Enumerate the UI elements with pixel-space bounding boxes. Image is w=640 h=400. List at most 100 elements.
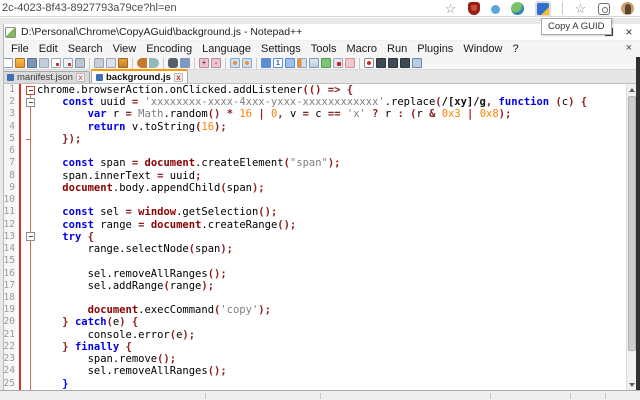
scrollbar-thumb[interactable] (628, 96, 636, 351)
toolbar-separator (89, 57, 90, 69)
copy-icon[interactable] (106, 58, 116, 68)
monitor-icon[interactable] (321, 58, 331, 68)
code-line: 3 var r = Math.random() * 16 | 0, v = c … (0, 108, 626, 121)
toolbar-separator (194, 57, 195, 69)
status-divider (490, 393, 491, 399)
toolbar-separator (225, 57, 226, 69)
code-line: 21 console.error(e); (0, 328, 626, 341)
menu-item-tools[interactable]: Tools (306, 43, 342, 55)
fold-collapse-icon[interactable] (26, 97, 35, 107)
code-text: document.execCommand('copy'); (87, 304, 271, 317)
zoom-in-icon[interactable]: + (199, 58, 209, 68)
code-line: 22 } finally { (0, 340, 626, 354)
paste-icon[interactable] (118, 58, 128, 68)
copy-a-guid-extension-icon[interactable] (535, 0, 551, 17)
fold-end-tick (26, 134, 35, 143)
download-globe-icon[interactable] (511, 2, 524, 15)
replace-icon[interactable] (180, 58, 190, 68)
browser-toolbar: 2c-4023-8f43-8927793a79ce?hl=en ☆ ☆ (0, 0, 640, 17)
sync-vertical-icon[interactable] (230, 58, 240, 68)
tab-manifest.json[interactable]: manifest.json x (2, 71, 90, 83)
code-text: } (62, 377, 69, 390)
close-all-icon[interactable] (63, 58, 73, 68)
toolbar-separator (132, 57, 133, 69)
status-divider (570, 393, 571, 399)
toolbar-separator (359, 57, 360, 69)
code-area[interactable]: 1 chrome.browserAction.onClicked.addListe… (0, 84, 626, 390)
sync-horizontal-icon[interactable] (242, 58, 252, 68)
redo-icon[interactable] (149, 58, 159, 68)
code-line: 9 document.body.appendChild(span); (0, 181, 626, 195)
code-line: 20 } catch(e) { (0, 316, 626, 329)
code-line: 23 span.remove(); (0, 353, 626, 366)
show-all-characters-icon[interactable]: 1 (273, 58, 283, 68)
menu-item-file[interactable]: File (6, 43, 34, 55)
menu-item-run[interactable]: Run (382, 43, 412, 55)
extension-tooltip: Copy A GUID (541, 18, 612, 35)
code-text: document.body.appendChild(span); (62, 181, 265, 194)
status-divider (320, 393, 321, 399)
print-icon[interactable] (75, 58, 85, 68)
editor[interactable]: 1 chrome.browserAction.onClicked.addListe… (0, 84, 640, 390)
profile-frame-icon[interactable] (598, 2, 610, 15)
adblock-shield-icon[interactable] (468, 2, 480, 15)
record-macro-icon[interactable] (364, 58, 374, 68)
menu-item-language[interactable]: Language (197, 43, 256, 55)
window-left-border (0, 24, 4, 400)
user-avatar[interactable] (621, 2, 634, 15)
code-line: 16 sel.removeAllRanges(); (0, 267, 626, 280)
browser-address-bar[interactable]: 2c-4023-8f43-8927793a79ce?hl=en (2, 2, 177, 14)
function-list-icon[interactable] (309, 58, 319, 68)
cut-icon[interactable] (94, 58, 104, 68)
code-line: 17 sel.addRange(range); (0, 279, 626, 292)
menu-item-plugins[interactable]: Plugins (412, 43, 458, 55)
mail-icon[interactable] (345, 58, 355, 68)
menu-item-search[interactable]: Search (63, 43, 108, 55)
menu-item-view[interactable]: View (108, 43, 142, 55)
menubar-close-icon[interactable]: × (626, 42, 632, 54)
code-line: 2 const uuid = 'xxxxxxxx-xxxx-4xxx-yxxx-… (0, 96, 626, 109)
fold-collapse-icon[interactable] (26, 232, 35, 242)
status-divider (205, 393, 206, 399)
code-text: console.error(e); (37, 328, 196, 341)
menu-item-edit[interactable]: Edit (34, 43, 63, 55)
saved-file-icon (95, 73, 103, 81)
new-file-icon[interactable] (3, 58, 13, 68)
menu-item-encoding[interactable]: Encoding (141, 43, 197, 55)
menu-item-macro[interactable]: Macro (341, 43, 382, 55)
undo-icon[interactable] (137, 58, 147, 68)
close-file-icon[interactable] (51, 58, 61, 68)
code-text: const span = document.createElement("spa… (62, 157, 341, 170)
code-text: try { (62, 230, 94, 243)
notepadpp-app-icon (5, 26, 16, 38)
menu-item-help[interactable]: ? (507, 43, 523, 55)
fold-collapse-icon[interactable] (26, 85, 35, 95)
extension-dot-icon[interactable] (491, 5, 500, 14)
find-icon[interactable] (168, 58, 178, 68)
save-macro-icon[interactable] (412, 58, 422, 68)
pdf-icon[interactable] (333, 58, 343, 68)
menu-item-window[interactable]: Window (458, 43, 507, 55)
toolbar-separator (256, 57, 257, 69)
save-all-icon[interactable] (39, 58, 49, 68)
document-map-icon[interactable] (297, 58, 307, 68)
stop-record-icon[interactable] (376, 58, 386, 68)
code-text: var r = Math.random() * 16 | 0, v = c ==… (87, 108, 512, 121)
playback-macro-icon[interactable] (388, 58, 398, 68)
word-wrap-icon[interactable] (261, 58, 271, 68)
save-icon[interactable] (27, 58, 37, 68)
code-line: 19 document.execCommand('copy'); (0, 304, 626, 317)
bookmark-star2-icon[interactable]: ☆ (574, 2, 587, 15)
tab-close-icon[interactable]: x (173, 72, 183, 82)
tab-close-icon[interactable]: x (75, 73, 85, 82)
indent-guide-icon[interactable] (285, 58, 295, 68)
code-line: 11 const sel = window.getSelection(); (0, 206, 626, 219)
run-macro-multiple-icon[interactable] (400, 58, 410, 68)
close-button[interactable]: × (620, 25, 638, 40)
tab-background.js[interactable]: background.js x (90, 69, 188, 83)
open-file-icon[interactable] (15, 58, 25, 68)
bookmark-star-icon[interactable]: ☆ (444, 2, 457, 15)
menu-item-settings[interactable]: Settings (256, 43, 306, 55)
zoom-out-icon[interactable]: - (211, 58, 221, 68)
vertical-scrollbar[interactable] (626, 84, 637, 390)
